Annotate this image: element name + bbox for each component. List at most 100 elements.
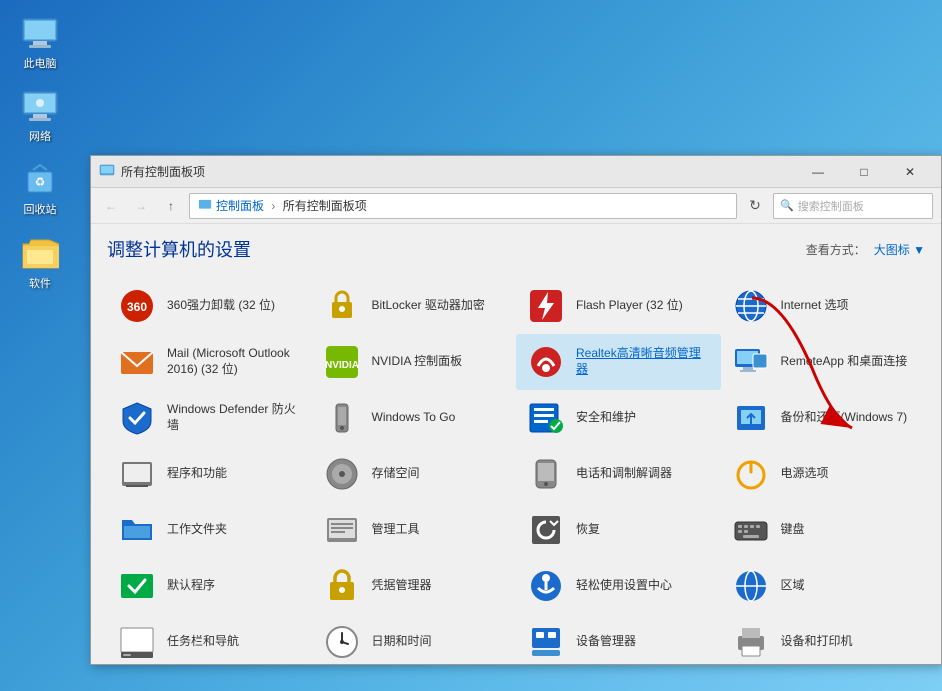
item-credential[interactable]: 凭据管理器 (312, 558, 517, 614)
item-region[interactable]: 区域 (721, 558, 926, 614)
page-title: 调整计算机的设置 (107, 236, 251, 262)
close-button[interactable]: ✕ (887, 156, 933, 188)
item-icon-bitlocker (322, 286, 362, 326)
item-label-flash: Flash Player (32 位) (576, 298, 683, 314)
item-phone[interactable]: 电话和调制解调器 (516, 446, 721, 502)
item-label-admin: 管理工具 (372, 522, 420, 538)
item-admin[interactable]: 管理工具 (312, 502, 517, 558)
item-label-360: 360强力卸载 (32 位) (167, 298, 275, 314)
item-default[interactable]: 默认程序 (107, 558, 312, 614)
desktop-icons: 此电脑 网络 ♻ 回收站 (0, 0, 80, 305)
item-flash[interactable]: Flash Player (32 位) (516, 278, 721, 334)
item-security[interactable]: 安全和维护 (516, 390, 721, 446)
forward-button[interactable]: → (129, 194, 153, 218)
address-path[interactable]: 控制面板 › 所有控制面板项 (189, 193, 737, 219)
item-bitlocker[interactable]: BitLocker 驱动器加密 (312, 278, 517, 334)
view-option[interactable]: 大图标 ▼ (874, 241, 925, 258)
item-label-devmgr: 设备管理器 (576, 634, 636, 650)
item-icon-security (526, 398, 566, 438)
item-icon-mail (117, 342, 157, 382)
item-label-defender: Windows Defender 防火墙 (167, 402, 302, 433)
item-icon-power (731, 454, 771, 494)
item-icon-region (731, 566, 771, 606)
desktop-icon-network[interactable]: 网络 (5, 83, 75, 148)
minimize-button[interactable]: — (795, 156, 841, 188)
item-label-realtek: Realtek高清晰音频管理器 (576, 346, 711, 377)
back-button[interactable]: ← (99, 194, 123, 218)
software-label: 软件 (29, 278, 51, 291)
item-label-bitlocker: BitLocker 驱动器加密 (372, 298, 485, 314)
item-taskbar[interactable]: 任务栏和导航 (107, 614, 312, 664)
item-icon-backup (731, 398, 771, 438)
computer-label: 此电脑 (24, 58, 57, 71)
item-label-easeaccess: 轻松使用设置中心 (576, 578, 672, 594)
item-realtek[interactable]: Realtek高清晰音频管理器 (516, 334, 721, 390)
item-icon-storage (322, 454, 362, 494)
item-label-power: 电源选项 (781, 466, 829, 482)
item-icon-credential (322, 566, 362, 606)
item-datetime[interactable]: 日期和时间 (312, 614, 517, 664)
computer-icon (20, 14, 60, 54)
item-label-datetime: 日期和时间 (372, 634, 432, 650)
breadcrumb-controlpanel[interactable]: 控制面板 (216, 199, 264, 213)
content-area: 调整计算机的设置 查看方式： 大图标 ▼ 360 360强力卸载 (32 位) (91, 224, 941, 664)
item-internet[interactable]: Internet 选项 (721, 278, 926, 334)
item-programs[interactable]: 程序和功能 (107, 446, 312, 502)
item-defender[interactable]: Windows Defender 防火墙 (107, 390, 312, 446)
item-label-storage: 存储空间 (372, 466, 420, 482)
software-icon (20, 234, 60, 274)
item-icon-360: 360 (117, 286, 157, 326)
item-backup[interactable]: 备份和还原(Windows 7) (721, 390, 926, 446)
item-label-taskbar: 任务栏和导航 (167, 634, 239, 650)
view-options: 查看方式： 大图标 ▼ (806, 241, 925, 258)
item-icon-programs (117, 454, 157, 494)
item-icon-devprint (731, 622, 771, 662)
item-label-nvidia: NVIDIA 控制面板 (372, 354, 463, 370)
item-icon-remoteapp (731, 342, 771, 382)
title-bar-text: 所有控制面板项 (121, 163, 789, 180)
item-devmgr[interactable]: 设备管理器 (516, 614, 721, 664)
item-devprint[interactable]: 设备和打印机 (721, 614, 926, 664)
item-easeaccess[interactable]: 轻松使用设置中心 (516, 558, 721, 614)
item-360[interactable]: 360 360强力卸载 (32 位) (107, 278, 312, 334)
item-icon-taskbar (117, 622, 157, 662)
search-placeholder: 搜索控制面板 (798, 198, 864, 214)
recycle-icon: ♻ (20, 160, 60, 200)
maximize-button[interactable]: □ (841, 156, 887, 188)
item-icon-flash (526, 286, 566, 326)
item-icon-windowstogo (322, 398, 362, 438)
item-restore[interactable]: 恢复 (516, 502, 721, 558)
desktop-icon-recycle[interactable]: ♻ 回收站 (5, 156, 75, 221)
item-icon-restore (526, 510, 566, 550)
item-workfolder[interactable]: 工作文件夹 (107, 502, 312, 558)
desktop-icon-computer[interactable]: 此电脑 (5, 10, 75, 75)
breadcrumb-allitems: 所有控制面板项 (283, 199, 367, 213)
item-label-phone: 电话和调制解调器 (576, 466, 672, 482)
item-power[interactable]: 电源选项 (721, 446, 926, 502)
desktop-icon-software[interactable]: 软件 (5, 230, 75, 295)
svg-text:360: 360 (127, 300, 147, 314)
item-icon-datetime (322, 622, 362, 662)
search-icon: 🔍 (780, 199, 794, 212)
item-label-keyboard: 键盘 (781, 522, 805, 538)
search-box[interactable]: 🔍 搜索控制面板 (773, 193, 933, 219)
item-label-credential: 凭据管理器 (372, 578, 432, 594)
item-icon-defender (117, 398, 157, 438)
item-mail[interactable]: Mail (Microsoft Outlook 2016) (32 位) (107, 334, 312, 390)
refresh-button[interactable]: ↻ (743, 194, 767, 218)
item-keyboard[interactable]: 键盘 (721, 502, 926, 558)
view-label: 查看方式： (806, 241, 866, 258)
network-icon (20, 87, 60, 127)
item-label-default: 默认程序 (167, 578, 215, 594)
item-nvidia[interactable]: NVIDIA NVIDIA 控制面板 (312, 334, 517, 390)
item-label-windowstogo: Windows To Go (372, 410, 456, 426)
item-icon-nvidia: NVIDIA (322, 342, 362, 382)
item-windowstogo[interactable]: Windows To Go (312, 390, 517, 446)
up-button[interactable]: ↑ (159, 194, 183, 218)
item-label-internet: Internet 选项 (781, 298, 849, 314)
item-remoteapp[interactable]: RemoteApp 和桌面连接 (721, 334, 926, 390)
item-label-region: 区域 (781, 578, 805, 594)
item-label-programs: 程序和功能 (167, 466, 227, 482)
item-icon-keyboard (731, 510, 771, 550)
item-storage[interactable]: 存储空间 (312, 446, 517, 502)
